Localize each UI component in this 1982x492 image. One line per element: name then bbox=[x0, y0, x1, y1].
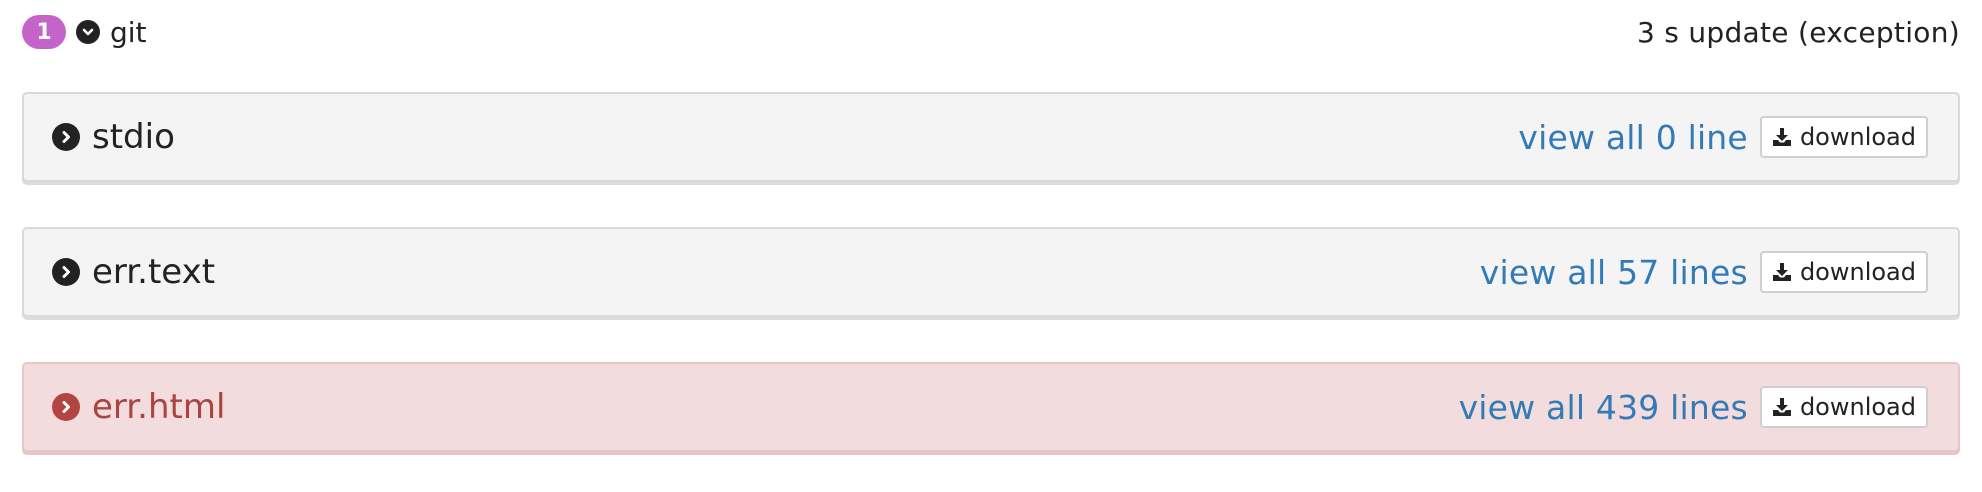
download-icon bbox=[1772, 397, 1792, 417]
chevron-right-circle-icon[interactable] bbox=[52, 393, 80, 421]
log-title: err.text bbox=[92, 252, 216, 292]
log-actions: view all 0 line download bbox=[1518, 116, 1928, 158]
log-panel-err-text[interactable]: err.text view all 57 lines download bbox=[22, 227, 1960, 317]
download-icon bbox=[1772, 262, 1792, 282]
download-label: download bbox=[1799, 258, 1916, 286]
step-name: git bbox=[110, 15, 147, 49]
download-label: download bbox=[1799, 393, 1916, 421]
step-header[interactable]: 1 git 3 s update (exception) bbox=[22, 14, 1960, 50]
view-all-link[interactable]: view all 0 line bbox=[1518, 118, 1748, 157]
download-button[interactable]: download bbox=[1759, 116, 1928, 158]
log-title: stdio bbox=[92, 117, 175, 157]
log-panel-err-html[interactable]: err.html view all 439 lines download bbox=[22, 362, 1960, 452]
log-actions: view all 57 lines download bbox=[1480, 251, 1928, 293]
chevron-right-circle-icon[interactable] bbox=[52, 258, 80, 286]
log-panel-stdio[interactable]: stdio view all 0 line download bbox=[22, 92, 1960, 182]
view-all-link[interactable]: view all 57 lines bbox=[1480, 253, 1748, 292]
download-icon bbox=[1772, 127, 1792, 147]
download-button[interactable]: download bbox=[1759, 386, 1928, 428]
step-number-badge: 1 bbox=[22, 15, 66, 49]
chevron-right-circle-icon[interactable] bbox=[52, 123, 80, 151]
log-actions: view all 439 lines download bbox=[1459, 386, 1928, 428]
build-step: 1 git 3 s update (exception) stdio view … bbox=[0, 0, 1982, 492]
download-button[interactable]: download bbox=[1759, 251, 1928, 293]
step-status: 3 s update (exception) bbox=[1636, 15, 1960, 49]
view-all-link[interactable]: view all 439 lines bbox=[1459, 388, 1748, 427]
download-label: download bbox=[1799, 123, 1916, 151]
chevron-down-circle-icon[interactable] bbox=[76, 20, 100, 44]
log-title: err.html bbox=[92, 387, 226, 427]
